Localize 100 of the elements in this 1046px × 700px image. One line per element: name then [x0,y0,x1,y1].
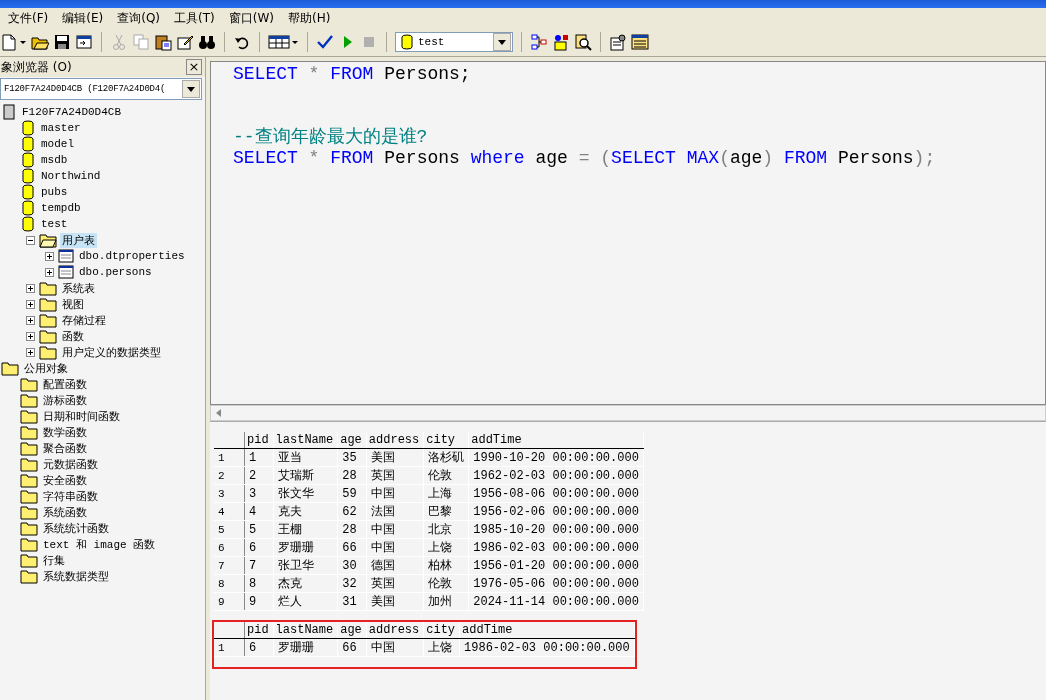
table-cell: 7 [244,556,274,575]
menu-item[interactable]: 窗口(W) [228,9,274,27]
expander-icon[interactable] [45,251,54,261]
table-cell: 伦敦 [423,574,469,593]
table-cell: 王棚 [273,520,338,539]
table-window-icon[interactable] [631,33,649,51]
tree-item[interactable]: 安全函数 [41,472,89,488]
table-cell: 伦敦 [423,466,469,485]
tree-item[interactable]: 系统函数 [41,504,89,520]
tree-item[interactable]: 日期和时间函数 [41,408,122,424]
edit-icon[interactable] [176,33,194,51]
tree-item[interactable]: 用户定义的数据类型 [60,344,163,360]
tree-item[interactable]: 系统统计函数 [41,520,111,536]
expander-icon[interactable] [26,283,35,293]
table-cell: 9 [244,592,274,611]
tree-item[interactable]: master [39,122,83,134]
save-icon[interactable] [53,33,71,51]
query-editor[interactable]: SELECT * FROM Persons; --查询年龄最大的是谁? SELECT * FROM Persons where age = (SELECT MAX(age) FROM Persons); [210,61,1046,405]
binoculars-icon[interactable] [198,33,216,51]
column-header[interactable]: pid [244,432,274,449]
panel-title: 象浏览器 (O) [1,58,72,76]
tree-item[interactable]: text 和 image 函数 [41,536,158,552]
objects-icon[interactable] [552,33,570,51]
table-cell: 中国 [366,520,424,539]
table-cell: 1962-02-03 00:00:00.000 [468,466,644,485]
folder-icon [20,408,38,424]
checkmark-icon[interactable] [316,33,334,51]
grid-icon[interactable] [268,33,290,51]
expander-icon[interactable] [26,299,35,309]
tree-item[interactable]: test [39,218,70,230]
properties-icon[interactable] [609,33,627,51]
column-header[interactable]: city [423,622,460,639]
tree-item[interactable]: tempdb [39,202,83,214]
tree-item[interactable]: 聚合函数 [41,440,89,456]
expander-icon[interactable] [26,315,35,325]
database-select[interactable]: test [395,32,513,52]
tree-item[interactable]: 配置函数 [41,376,89,392]
scroll-left-icon[interactable] [215,409,221,417]
server-select[interactable]: F120F7A24D0D4CB (F120F7A24D0D4( [0,78,202,100]
code-line: --查询年龄最大的是谁? [233,126,429,148]
tree-item[interactable]: 函数 [60,328,86,344]
menu-item[interactable]: 工具(T) [174,9,215,27]
tree-item[interactable]: 游标函数 [41,392,89,408]
expander-icon[interactable] [45,267,54,277]
search-icon[interactable] [574,33,592,51]
tree-item[interactable]: 公用对象 [22,360,70,376]
tree-item[interactable]: Northwind [39,170,103,182]
expander-icon[interactable] [26,235,35,245]
paste-icon[interactable] [154,33,172,51]
tree-item[interactable]: 用户表 [60,232,97,248]
folder-icon [20,440,38,456]
menu-item[interactable]: 编辑(E) [62,9,104,27]
column-header[interactable]: address [366,432,424,449]
close-button[interactable]: × [186,59,202,75]
column-header[interactable]: address [366,622,424,639]
dropdown-icon[interactable] [187,86,195,92]
horizontal-scrollbar[interactable] [210,405,1046,421]
row-number: 7 [214,556,245,575]
menu-item[interactable]: 查询(Q) [117,9,161,27]
tree-item[interactable]: pubs [39,186,70,198]
expander-icon[interactable] [26,331,35,341]
tree-item[interactable]: msdb [39,154,70,166]
column-header[interactable]: lastName [273,622,338,639]
tree-item[interactable]: 字符串函数 [41,488,100,504]
tree-item[interactable]: 元数据函数 [41,456,100,472]
column-header[interactable]: lastName [273,432,338,449]
tree-item[interactable]: 视图 [60,296,86,312]
column-header[interactable]: pid [244,622,274,639]
table-cell: 32 [337,574,367,593]
column-header[interactable]: addTime [468,432,644,449]
tree-item[interactable]: F120F7A24D0D4CB [20,106,124,118]
tree-item[interactable]: 系统表 [60,280,97,296]
diagram-icon[interactable] [530,33,548,51]
table-cell: 张卫华 [273,556,338,575]
menu-item[interactable]: 文件(F) [8,9,49,27]
tree-item[interactable]: dbo.dtproperties [77,250,187,262]
tree-item[interactable]: 数学函数 [41,424,89,440]
table-cell: 2024-11-14 00:00:00.000 [468,592,644,611]
column-header[interactable]: age [337,432,367,449]
expander-icon[interactable] [26,347,35,357]
tree-item[interactable]: 行集 [41,552,67,568]
folder-icon [1,360,19,376]
dropdown-icon[interactable] [498,39,506,45]
database-icon [20,200,36,216]
folder-icon [20,456,38,472]
column-header[interactable]: addTime [459,622,635,639]
database-icon [20,136,36,152]
window-icon[interactable] [75,33,93,51]
column-header[interactable]: age [337,622,367,639]
column-header[interactable]: city [423,432,469,449]
table-cell: 1986-02-03 00:00:00.000 [468,538,644,557]
tree-item[interactable]: model [39,138,76,150]
new-document-icon[interactable] [0,33,18,51]
folder-icon [39,328,57,344]
menu-item[interactable]: 帮助(H) [287,9,331,27]
table-cell: 罗珊珊 [273,638,338,657]
table-cell: 1976-05-06 00:00:00.000 [468,574,644,593]
tree-item[interactable]: 系统数据类型 [41,568,111,584]
tree-item[interactable]: 存储过程 [60,312,108,328]
tree-item[interactable]: dbo.persons [77,266,154,278]
